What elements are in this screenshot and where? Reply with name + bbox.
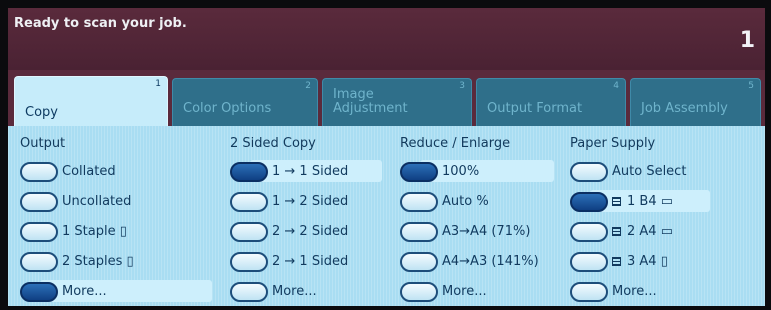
radio-button[interactable] (400, 252, 438, 272)
tab-number: 4 (613, 81, 619, 91)
copy-panel: Output Collated Uncollated 1 Staple ▯ 2 … (8, 126, 765, 306)
paper-orientation-icon: ▭ (660, 194, 674, 209)
tab-output-format[interactable]: 4 Output Format (476, 78, 626, 126)
option-text: 3 A4 (627, 254, 657, 269)
option-label: More... (612, 284, 657, 299)
tab-number: 1 (155, 79, 161, 89)
radio-button[interactable] (230, 162, 268, 182)
option-label: More... (62, 284, 107, 299)
option-label: A3→A4 (71%) (442, 224, 531, 239)
status-bar: Ready to scan your job. 1 (8, 8, 765, 70)
option-label: 2 Staples ▯ (62, 254, 134, 269)
radio-button[interactable] (400, 282, 438, 302)
radio-button[interactable] (230, 252, 268, 272)
option-text: 1 Staple (62, 224, 116, 239)
option-label: 100% (442, 164, 480, 179)
paper-orientation-icon: ▭ (660, 224, 674, 239)
radio-button[interactable] (400, 222, 438, 242)
tab-job-assembly[interactable]: 5 Job Assembly (630, 78, 761, 126)
tab-label: Copy (25, 105, 58, 120)
option-label: Auto % (442, 194, 489, 209)
radio-button[interactable] (20, 282, 58, 302)
radio-button[interactable] (570, 252, 608, 272)
option-label: 1 Staple ▯ (62, 224, 127, 239)
tab-label-line1: Image (333, 87, 374, 102)
output-heading: Output (20, 136, 66, 151)
reduce-enlarge-heading: Reduce / Enlarge (400, 136, 511, 151)
radio-button[interactable] (570, 192, 608, 212)
radio-button[interactable] (230, 192, 268, 212)
option-label: Collated (62, 164, 116, 179)
tray-icon (612, 227, 621, 236)
tab-label: Output Format (487, 101, 583, 116)
radio-button[interactable] (570, 282, 608, 302)
tab-bar: 1 Copy 2 Color Options 3 Image Adjustmen… (8, 70, 765, 130)
tab-number: 2 (305, 81, 311, 91)
radio-button[interactable] (20, 162, 58, 182)
tab-label: Job Assembly (641, 101, 728, 116)
option-text: 2 Staples (62, 254, 123, 269)
tab-copy[interactable]: 1 Copy (14, 76, 168, 130)
option-text: 2 A4 (627, 224, 657, 239)
option-label: 1 → 2 Sided (272, 194, 349, 209)
option-text: 1 B4 (627, 194, 657, 209)
option-label: More... (272, 284, 317, 299)
staple-icon: ▯ (126, 254, 134, 269)
option-label: 1 → 1 Sided (272, 164, 349, 179)
radio-button[interactable] (20, 192, 58, 212)
tab-color-options[interactable]: 2 Color Options (172, 78, 318, 126)
two-sided-heading: 2 Sided Copy (230, 136, 316, 151)
option-label: A4→A3 (141%) (442, 254, 539, 269)
tab-label: Color Options (183, 101, 272, 116)
tray-icon (612, 197, 621, 206)
tray-icon (612, 257, 621, 266)
radio-button[interactable] (20, 252, 58, 272)
option-label: Uncollated (62, 194, 132, 209)
radio-button[interactable] (400, 192, 438, 212)
radio-button[interactable] (400, 162, 438, 182)
tab-label: Image Adjustment (333, 88, 408, 116)
radio-button[interactable] (570, 162, 608, 182)
copy-count: 1 (739, 28, 755, 53)
radio-button[interactable] (20, 222, 58, 242)
paper-orientation-icon: ▯ (660, 254, 668, 269)
copier-screen: Ready to scan your job. 1 1 Copy 2 Color… (0, 0, 771, 310)
status-message: Ready to scan your job. (14, 16, 187, 31)
option-label: 3 A4 ▯ (612, 254, 668, 269)
staple-icon: ▯ (119, 224, 127, 239)
radio-button[interactable] (230, 282, 268, 302)
option-label: 1 B4 ▭ (612, 194, 673, 209)
radio-button[interactable] (230, 222, 268, 242)
option-label: 2 → 1 Sided (272, 254, 349, 269)
radio-button[interactable] (570, 222, 608, 242)
tab-label-line2: Adjustment (333, 101, 408, 116)
tab-number: 5 (748, 81, 754, 91)
option-label: 2 A4 ▭ (612, 224, 673, 239)
tab-image-adjustment[interactable]: 3 Image Adjustment (322, 78, 472, 126)
tab-number: 3 (459, 81, 465, 91)
option-label: Auto Select (612, 164, 687, 179)
paper-supply-heading: Paper Supply (570, 136, 656, 151)
selection-highlight (420, 160, 554, 182)
option-label: More... (442, 284, 487, 299)
option-label: 2 → 2 Sided (272, 224, 349, 239)
